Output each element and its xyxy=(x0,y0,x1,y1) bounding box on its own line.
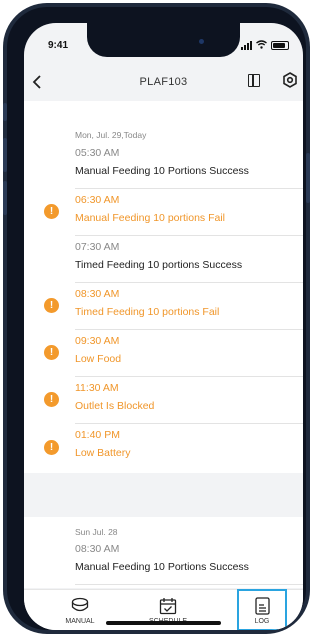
log-time: 06:30 AM xyxy=(75,194,120,206)
log-time: 09:30 AM xyxy=(75,335,120,347)
header: PLAF103 xyxy=(24,69,303,97)
hexagon-gear-icon xyxy=(283,72,297,88)
log-entry-warning: 06:30 AM Manual Feeding 10 portions Fail xyxy=(75,190,303,236)
document-icon xyxy=(255,597,270,615)
status-icons xyxy=(241,40,289,51)
log-message: Manual Feeding 10 Portions Success xyxy=(75,561,249,573)
wifi-icon xyxy=(256,40,267,51)
log-message: Low Battery xyxy=(75,447,131,459)
day-label: Mon, Jul. 29,Today xyxy=(75,130,147,140)
tab-log[interactable]: LOG xyxy=(237,589,287,630)
power-button xyxy=(306,153,310,203)
camera-icon xyxy=(199,39,204,44)
tab-label: MANUAL xyxy=(65,618,95,625)
log-message: Manual Feeding 10 portions Fail xyxy=(75,212,226,224)
tab-manual[interactable]: MANUAL xyxy=(50,590,110,630)
day-label: Sun Jul. 28 xyxy=(75,527,118,537)
status-time: 9:41 xyxy=(48,40,69,51)
log-entry: 08:30 AM Manual Feeding 10 Portions Succ… xyxy=(75,539,303,585)
home-indicator[interactable] xyxy=(106,621,221,625)
alert-icon: ! xyxy=(44,204,59,219)
log-entry-warning: 01:40 PM Low Battery xyxy=(75,425,303,471)
calendar-check-icon xyxy=(159,598,177,615)
phone-bezel: 9:41 PLAF103 Mon, Jul. 29,Today 05:30 AM… xyxy=(7,7,306,630)
log-entry-warning: 09:30 AM Low Food xyxy=(75,331,303,377)
log-message: Outlet Is Blocked xyxy=(75,400,155,412)
device-share-button[interactable] xyxy=(248,74,260,87)
log-time: 05:30 AM xyxy=(75,147,120,159)
log-message: Manual Feeding 10 Portions Success xyxy=(75,165,249,177)
log-time: 08:30 AM xyxy=(75,543,120,555)
settings-button[interactable] xyxy=(282,72,298,88)
log-message: Low Food xyxy=(75,353,122,365)
bowl-icon xyxy=(71,597,89,612)
screen: 9:41 PLAF103 Mon, Jul. 29,Today 05:30 AM… xyxy=(24,23,303,630)
log-message: Timed Feeding 10 portions Success xyxy=(75,259,243,271)
alert-icon: ! xyxy=(44,345,59,360)
day-separator xyxy=(24,473,303,517)
tab-label: LOG xyxy=(254,618,270,625)
page-title: PLAF103 xyxy=(139,76,188,88)
log-list[interactable]: Mon, Jul. 29,Today 05:30 AM Manual Feedi… xyxy=(24,101,303,588)
signal-icon xyxy=(241,41,252,50)
log-time: 11:30 AM xyxy=(75,382,119,394)
phone-frame: 9:41 PLAF103 Mon, Jul. 29,Today 05:30 AM… xyxy=(3,3,310,634)
log-time: 01:40 PM xyxy=(75,429,120,441)
log-time: 08:30 AM xyxy=(75,288,120,300)
alert-icon: ! xyxy=(44,392,59,407)
battery-icon xyxy=(271,41,289,50)
alert-icon: ! xyxy=(44,440,59,455)
log-message: Timed Feeding 10 portions Fail xyxy=(75,306,220,318)
log-entry-warning: 08:30 AM Timed Feeding 10 portions Fail xyxy=(75,284,303,330)
alert-icon: ! xyxy=(44,298,59,313)
log-time: 07:30 AM xyxy=(75,241,120,253)
notch xyxy=(87,23,240,57)
log-entry: 05:30 AM Manual Feeding 10 Portions Succ… xyxy=(75,143,303,189)
log-entry-warning: 11:30 AM Outlet Is Blocked xyxy=(75,378,303,424)
log-entry: 07:30 AM Timed Feeding 10 portions Succe… xyxy=(75,237,303,283)
